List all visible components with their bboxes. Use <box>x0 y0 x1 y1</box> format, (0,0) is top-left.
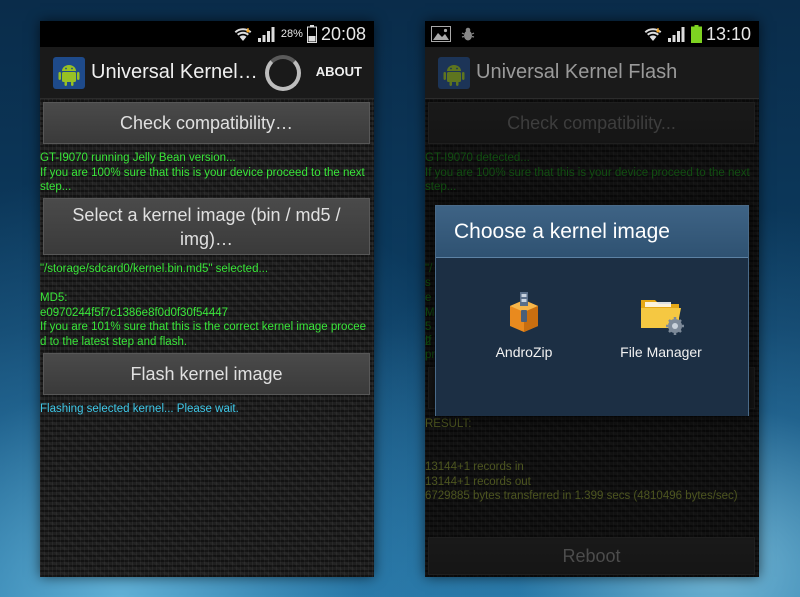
androzip-icon <box>500 288 548 336</box>
left-phone-screen: 28% 20:08 Universal Kernel… ABOUT Check … <box>40 21 374 577</box>
action-bar: Universal Kernel… ABOUT <box>40 47 374 99</box>
wifi-icon <box>643 26 663 42</box>
battery-icon <box>306 25 317 43</box>
status-bar: 13:10 <box>425 21 759 47</box>
gallery-notification-icon <box>431 26 451 42</box>
chooser-option-label: File Manager <box>620 344 702 360</box>
app-title: Universal Kernel… <box>91 61 258 83</box>
right-phone-screen: 13:10 Universal Kernel Flash Check compa… <box>425 21 759 577</box>
status-time: 13:10 <box>705 23 751 44</box>
flash-kernel-image-button[interactable]: Flash kernel image <box>43 353 370 395</box>
chooser-option-file-manager[interactable]: File Manager <box>596 288 726 378</box>
choose-kernel-dialog: Choose a kernel image AndroZip File Mana… <box>435 205 749 416</box>
file-manager-folder-icon <box>637 288 685 336</box>
action-bar: Universal Kernel Flash <box>425 47 759 99</box>
chooser-option-label: AndroZip <box>495 344 553 360</box>
battery-percent: 28% <box>280 28 303 40</box>
dialog-title: Choose a kernel image <box>436 206 748 258</box>
chooser-option-androzip[interactable]: AndroZip <box>459 288 589 378</box>
wifi-icon <box>233 26 253 42</box>
android-app-icon[interactable] <box>438 57 470 89</box>
usb-debugging-bug-icon <box>461 26 475 42</box>
status-time: 20:08 <box>320 23 366 44</box>
signal-strength-icon <box>257 25 277 43</box>
select-kernel-image-button[interactable]: Select a kernel image (bin / md5 / img)… <box>43 198 370 255</box>
selected-file-message: "/storage/sdcard0/kernel.bin.md5" select… <box>40 263 269 275</box>
about-button[interactable]: ABOUT <box>316 64 362 79</box>
android-app-icon[interactable] <box>53 57 85 89</box>
app-title: Universal Kernel Flash <box>476 61 678 83</box>
battery-icon <box>690 25 702 43</box>
check-compatibility-button[interactable]: Check compatibility… <box>43 102 370 144</box>
device-check-message: GT-I9070 running Jelly Bean version... I… <box>40 152 365 193</box>
dialog-body: AndroZip File Manager <box>436 258 748 416</box>
loading-spinner-icon <box>265 55 301 91</box>
md5-message: MD5: e0970244f5f7c1386e8f0d0f30f54447 If… <box>40 292 366 348</box>
status-bar: 28% 20:08 <box>40 21 374 47</box>
flash-status-message: Flashing selected kernel... Please wait. <box>40 403 239 415</box>
signal-strength-icon <box>667 25 687 43</box>
